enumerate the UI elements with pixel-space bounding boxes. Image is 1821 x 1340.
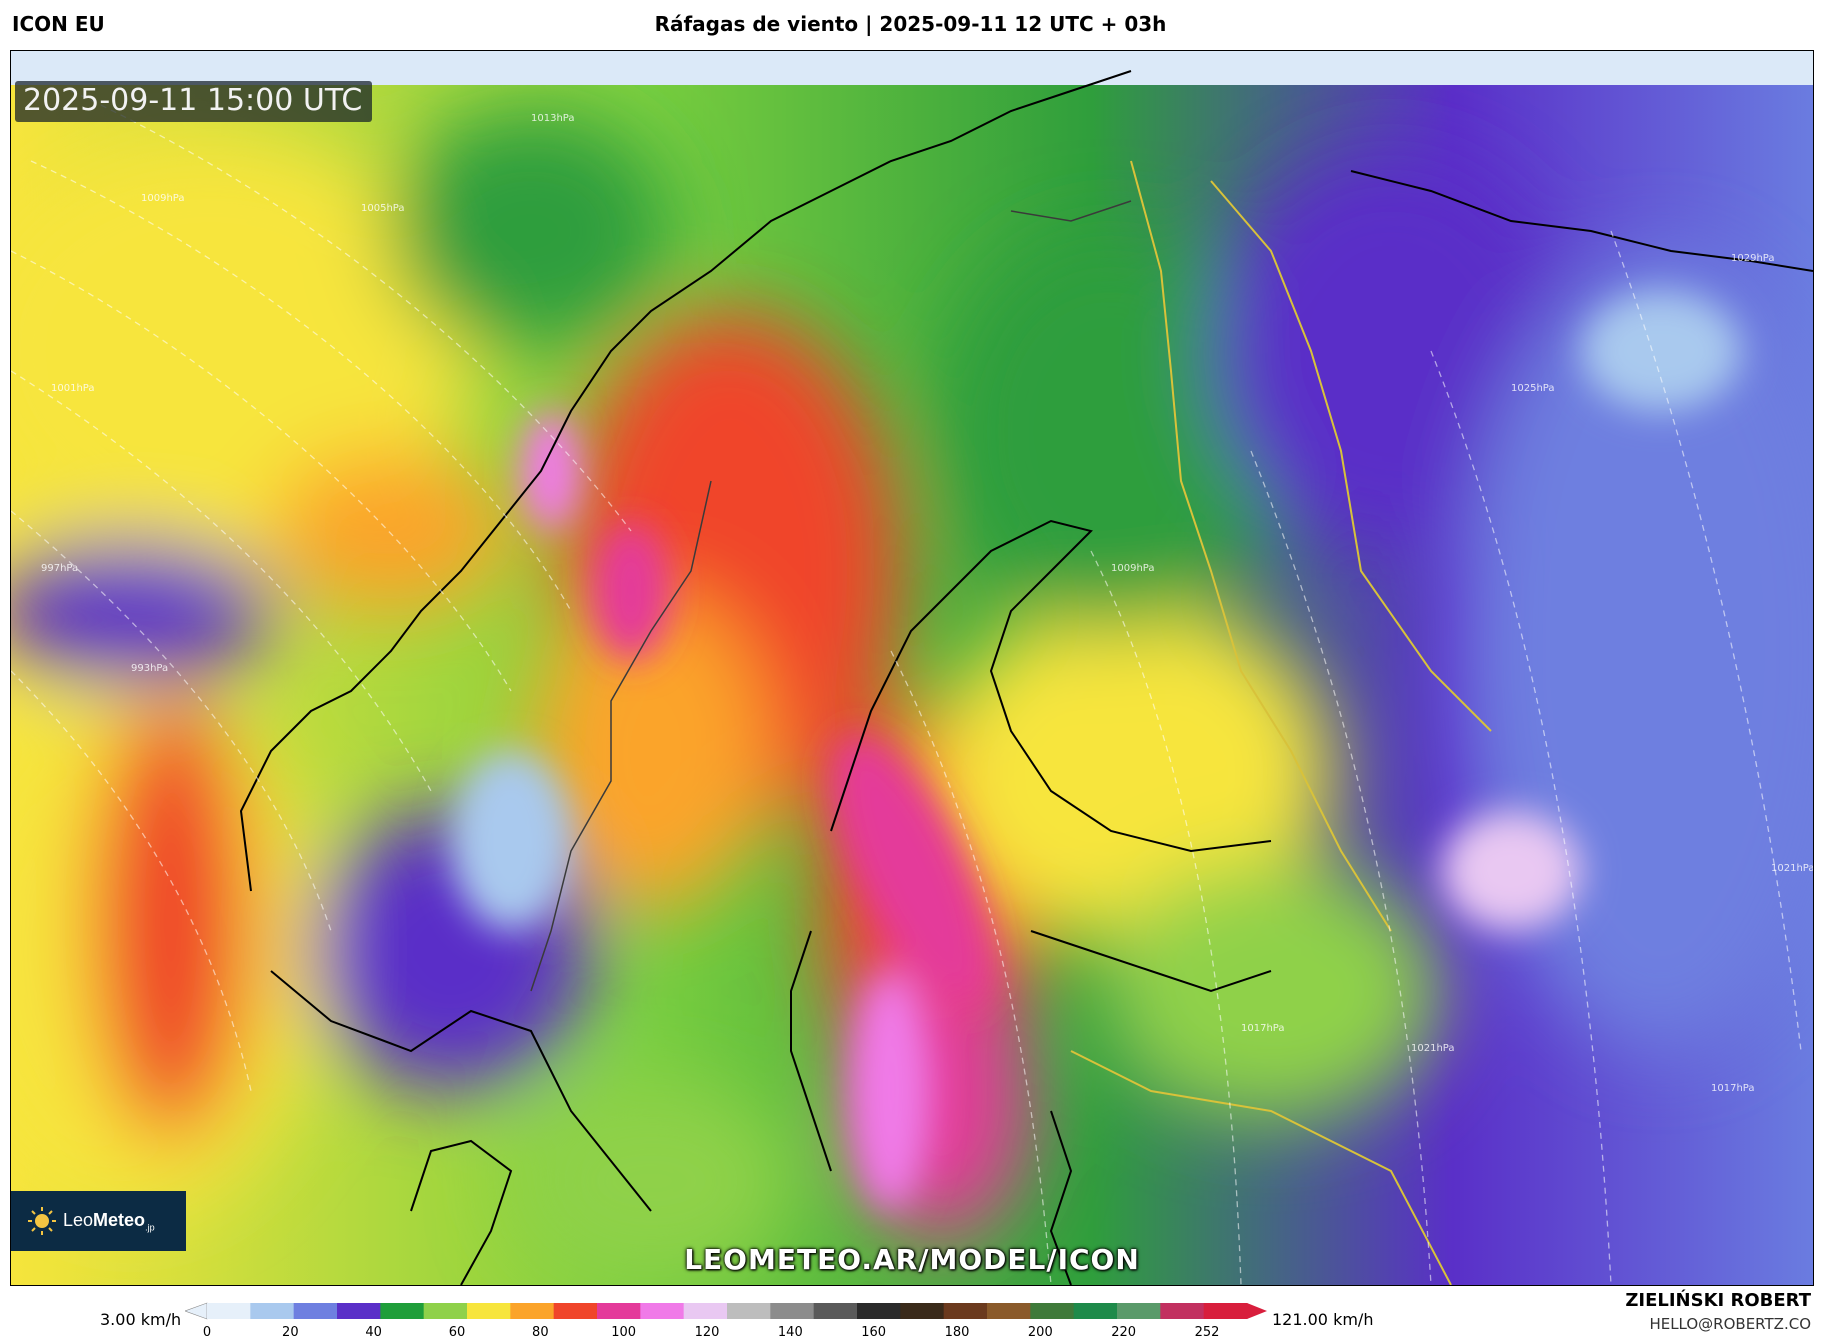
colorbar-max-label: 121.00 km/h xyxy=(1272,1310,1374,1329)
colorbar-segment xyxy=(510,1303,555,1319)
isobar-label: 1009hPa xyxy=(1111,563,1155,574)
colorbar-tick-label: 40 xyxy=(365,1325,382,1340)
colorbar-segment xyxy=(250,1303,295,1319)
leometeo-logo[interactable]: LeoMeteo.jp xyxy=(11,1191,186,1251)
colorbar-tick-label: 200 xyxy=(1027,1325,1053,1340)
colorbar-segment xyxy=(1073,1303,1118,1319)
valid-time-stamp: 2025-09-11 15:00 UTC xyxy=(15,81,373,122)
colorbar-segment xyxy=(727,1303,771,1319)
colorbar-min-arrow xyxy=(185,1302,208,1320)
colorbar-segment xyxy=(1030,1303,1075,1319)
wind-gust-map[interactable]: 1013hPa 1009hPa 1005hPa 1001hPa 997hPa 9… xyxy=(10,50,1814,1286)
colorbar-segment xyxy=(770,1303,815,1319)
colorbar-segment xyxy=(640,1303,685,1319)
header: ICON EU Ráfagas de viento | 2025-09-11 1… xyxy=(0,0,1821,50)
colorbar-segment xyxy=(207,1303,251,1319)
isobar-label: 997hPa xyxy=(41,563,78,574)
colorbar-tick-label: 220 xyxy=(1111,1325,1137,1340)
colorbar-segment xyxy=(683,1303,728,1319)
colorbar-segment xyxy=(1160,1303,1205,1319)
colorbar-tick-label: 180 xyxy=(944,1325,970,1340)
logo-text: LeoMeteo.jp xyxy=(63,1209,155,1233)
colorbar-segment xyxy=(900,1303,945,1319)
sun-icon xyxy=(28,1207,56,1235)
colorbar-segment xyxy=(1117,1303,1161,1319)
isobar-label: 1017hPa xyxy=(1711,1083,1755,1094)
colorbar-tick-label: 60 xyxy=(448,1325,466,1340)
colorbar-segment xyxy=(553,1303,598,1319)
colorbar-segment xyxy=(467,1303,511,1319)
colorbar-tick-label: 160 xyxy=(861,1325,887,1340)
isobar-label: 1017hPa xyxy=(1241,1023,1285,1034)
isobar-label: 993hPa xyxy=(131,663,168,674)
isobar-label: 1009hPa xyxy=(141,193,185,204)
isobar-label: 1001hPa xyxy=(51,383,95,394)
author-email: HELLO@ROBERTZ.CO xyxy=(1649,1315,1811,1333)
colorbar-segment xyxy=(293,1303,338,1319)
isobar-label: 1005hPa xyxy=(361,203,405,214)
colorbar-segment xyxy=(423,1303,468,1319)
colorbar-tick-label: 100 xyxy=(611,1325,637,1340)
colorbar-tick-label: 80 xyxy=(532,1325,549,1340)
colorbar-segment xyxy=(597,1303,641,1319)
colorbar-segment xyxy=(943,1303,988,1319)
map-top-strip xyxy=(11,51,1813,85)
colorbar-max-arrow xyxy=(1247,1303,1267,1319)
colorbar-min-label: 3.00 km/h xyxy=(100,1310,182,1329)
colorbar-tick-label: 120 xyxy=(694,1325,720,1340)
map-canvas: 1013hPa 1009hPa 1005hPa 1001hPa 997hPa 9… xyxy=(11,51,1813,1285)
isobar-label: 1013hPa xyxy=(531,113,575,124)
colorbar-segment xyxy=(813,1303,858,1319)
colorbar xyxy=(185,1302,1267,1320)
colorbar-tick-label: 140 xyxy=(777,1325,803,1340)
colorbar-segment xyxy=(337,1303,381,1319)
isobar-label: 1021hPa xyxy=(1771,863,1813,874)
author-name: ZIELIŃSKI ROBERT xyxy=(1625,1290,1811,1311)
colorbar-tick-label: 252 xyxy=(1194,1325,1220,1340)
colorbar-segment xyxy=(380,1303,425,1319)
isobar-label: 1021hPa xyxy=(1411,1043,1455,1054)
isobar-label: 1029hPa xyxy=(1731,253,1775,264)
colorbar-tick-label: 20 xyxy=(282,1325,299,1340)
colorbar-segment xyxy=(857,1303,901,1319)
colorbar-segment xyxy=(987,1303,1031,1319)
colorbar-segment xyxy=(1203,1303,1248,1319)
watermark-url: LEOMETEO.AR/MODEL/ICON xyxy=(684,1243,1140,1276)
isobar-label: 1025hPa xyxy=(1511,383,1555,394)
map-title: Ráfagas de viento | 2025-09-11 12 UTC + … xyxy=(654,12,1167,36)
colorbar-tick-label: 0 xyxy=(202,1325,212,1340)
